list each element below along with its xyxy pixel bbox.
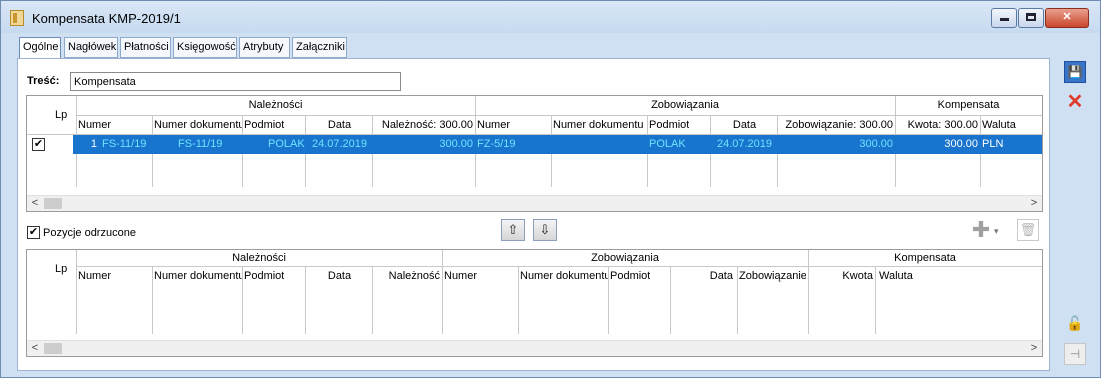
col2-kwota[interactable]: Kwota [810,270,873,282]
rejected-items-grid[interactable]: Lp Należności Zobowiązania Kompensata Nu… [26,249,1043,357]
close-icon: ✕ [1066,91,1084,113]
row-lp: 1 [90,138,97,150]
rejected-label: Pozycje odrzucone [43,227,136,239]
col2-z-data[interactable]: Data [672,270,737,282]
tab-atrybuty[interactable]: Atrybuty [239,37,290,58]
col2-zobowiazanie[interactable]: Zobowiązanie [739,270,806,282]
scroll-thumb-2[interactable] [44,343,62,354]
col-zobowiazanie[interactable]: Zobowiązanie: 300.00 [779,119,893,131]
zobowiazania-group-header: Zobowiązania [651,99,719,111]
upload-tray-icon: ⇧ [507,222,519,237]
scroll-left-arrow-2[interactable]: < [27,342,43,354]
col-data[interactable]: Data [307,119,372,131]
move-up-button[interactable]: ⇧ [501,219,525,241]
col2-data[interactable]: Data [307,270,372,282]
chevron-down-icon: ▾ [994,226,999,236]
title-bar: Kompensata KMP-2019/1 ✕ [1,1,1100,33]
scroll-right-arrow[interactable]: > [1026,197,1042,209]
col-numer[interactable]: Numer [78,119,111,131]
tresc-input[interactable] [70,72,401,91]
zobowiazania-group-header-2: Zobowiązania [591,252,659,264]
row-z-numer: FZ-5/19 [477,138,516,150]
rejected-checkbox[interactable]: ✔ [27,226,40,239]
row-naleznosc: 300.00 [439,138,473,150]
col2-naleznosc[interactable]: Należność [374,270,440,282]
kompensata-group-header-2: Kompensata [894,252,956,264]
tab-zalaczniki[interactable]: Załączniki [292,37,347,58]
save-button[interactable]: 💾 [1064,61,1086,83]
col2-numer-dokumentu[interactable]: Numer dokumentu [154,270,242,282]
row-numer-dokumentu: FS-11/19 [178,138,223,150]
tresc-label: Treść: [27,75,60,87]
row-z-data: 24.07.2019 [716,138,773,150]
row-z-podmiot: POLAK [649,138,686,150]
tab-platnosci[interactable]: Płatności [120,37,171,58]
compensation-window: Kompensata KMP-2019/1 ✕ Ogólne Nagłówek … [0,0,1101,378]
col-waluta[interactable]: Waluta [982,119,1016,131]
trash-icon: 🗑 [1019,222,1037,237]
maximize-button[interactable] [1018,8,1044,28]
scroll-left-arrow[interactable]: < [27,197,43,209]
lock-button[interactable]: 🔓 [1064,313,1086,335]
col-podmiot[interactable]: Podmiot [244,119,284,131]
horizontal-scrollbar[interactable]: < > [27,195,1042,211]
cancel-button[interactable]: ✕ [1064,91,1086,113]
col2-waluta[interactable]: Waluta [879,270,913,282]
minimize-icon [999,18,1009,21]
col-z-podmiot[interactable]: Podmiot [649,119,689,131]
close-window-button[interactable]: ✕ [1045,8,1089,28]
minimize-button[interactable] [991,8,1017,28]
add-button[interactable]: ✚ [971,219,991,241]
row-kwota: 300.00 [944,138,978,150]
naleznosci-group-header-2: Należności [232,252,286,264]
row-numer: FS-11/19 [102,138,147,150]
kompensata-group-header: Kompensata [937,99,1000,111]
row-zobowiazanie: 300.00 [859,138,893,150]
col2-z-numer[interactable]: Numer [444,270,477,282]
pin-button[interactable]: ⊣ [1064,343,1086,365]
col2-podmiot[interactable]: Podmiot [244,270,284,282]
col-z-data[interactable]: Data [712,119,777,131]
scroll-thumb[interactable] [44,198,62,209]
plus-icon: ✚ [971,217,991,242]
row-checkbox[interactable]: ✔ [32,138,45,151]
row-data: 24.07.2019 [311,138,368,150]
lp-header-2: Lp [55,263,68,275]
pin-icon: ⊣ [1069,347,1081,361]
delete-button[interactable]: 🗑 [1017,219,1039,241]
col2-numer[interactable]: Numer [78,270,111,282]
col2-z-podmiot[interactable]: Podmiot [610,270,650,282]
close-icon: ✕ [1062,11,1072,23]
document-icon [10,10,24,26]
col-numer-dokumentu[interactable]: Numer dokumentu [154,119,242,131]
col-naleznosc[interactable]: Należność: 300.00 [374,119,473,131]
floppy-disk-icon: 💾 [1067,65,1083,79]
tab-ogolne[interactable]: Ogólne [19,37,61,59]
row-podmiot: POLAK [268,138,305,150]
download-tray-icon: ⇩ [539,222,551,237]
move-down-button[interactable]: ⇩ [533,219,557,241]
table-row[interactable]: 1 FS-11/19 FS-11/19 POLAK 24.07.2019 300… [73,135,1042,154]
general-tab-panel: Treść: Lp Należności Zobowiązania Kompen… [17,58,1050,371]
lp-header: Lp [55,109,68,121]
padlock-icon: 🔓 [1066,315,1084,331]
col-z-numer-dokumentu[interactable]: Numer dokumentu [553,119,647,131]
row-waluta: PLN [982,138,1004,150]
add-dropdown-button[interactable]: ▾ [994,221,1004,241]
compensation-items-grid[interactable]: Lp Należności Zobowiązania Kompensata Nu… [26,95,1043,212]
tab-ksiegowosc[interactable]: Księgowość [173,37,237,58]
maximize-icon [1026,13,1036,21]
col-z-numer[interactable]: Numer [477,119,510,131]
window-title: Kompensata KMP-2019/1 [32,11,181,26]
scroll-right-arrow-2[interactable]: > [1026,342,1042,354]
naleznosci-group-header: Należności [248,99,303,111]
horizontal-scrollbar-2[interactable]: < > [27,340,1042,356]
col-kwota[interactable]: Kwota: 300.00 [897,119,978,131]
tab-naglowek[interactable]: Nagłówek [64,37,118,58]
col2-z-numer-dokumentu[interactable]: Numer dokumentu [520,270,608,282]
